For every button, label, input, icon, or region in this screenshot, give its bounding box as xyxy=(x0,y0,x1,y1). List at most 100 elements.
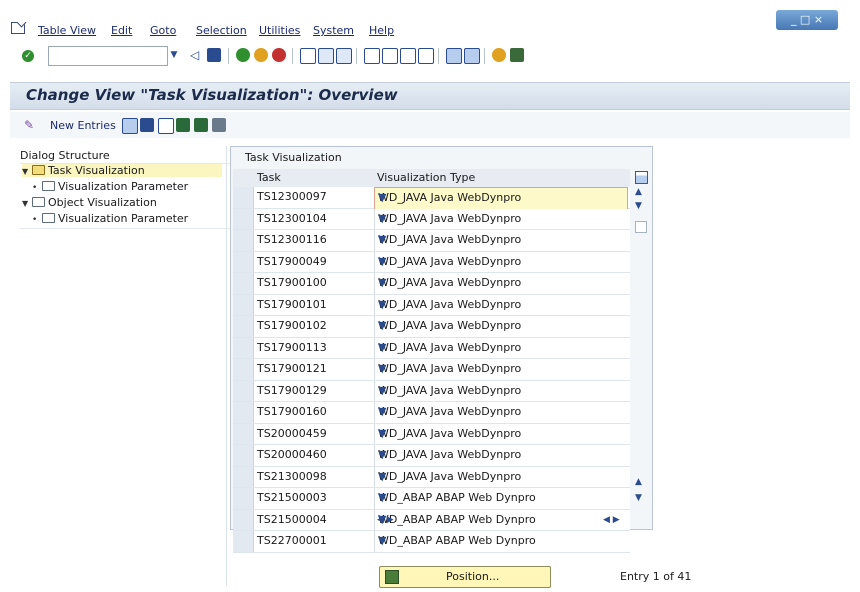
row-selector[interactable] xyxy=(233,316,254,337)
dropdown-arrow-icon[interactable]: ▼ xyxy=(378,491,623,504)
row-selector[interactable] xyxy=(233,273,254,294)
dropdown-arrow-icon[interactable]: ▼ xyxy=(378,448,623,461)
find-next-icon[interactable] xyxy=(336,48,352,64)
help-icon[interactable] xyxy=(492,48,506,62)
table-row[interactable]: TS17900100 WD_JAVA Java WebDynpro ▼ xyxy=(233,273,630,295)
visualization-type-field[interactable]: WD_JAVA Java WebDynpro ▼ xyxy=(374,380,627,401)
shortcut-icon[interactable] xyxy=(464,48,480,64)
exit-icon[interactable] xyxy=(254,48,268,62)
tree-item-visualization-parameter-1[interactable]: • Visualization Parameter xyxy=(32,180,188,193)
scroll-left-right-icon[interactable]: ◀ ▶ xyxy=(603,515,620,525)
scroll-down-icon[interactable]: ▼ xyxy=(635,493,642,503)
menu-system[interactable]: System xyxy=(313,24,354,37)
table-row[interactable]: TS17900121 WD_JAVA Java WebDynpro ▼ xyxy=(233,359,630,381)
menu-table-view[interactable]: Table View xyxy=(38,24,96,37)
menu-utilities[interactable]: Utilities xyxy=(259,24,300,37)
position-button[interactable]: Position... xyxy=(379,566,551,588)
menu-selection[interactable]: Selection xyxy=(196,24,247,37)
row-selector[interactable] xyxy=(233,294,254,315)
dropdown-arrow-icon[interactable]: ▼ xyxy=(378,341,623,354)
row-selector[interactable] xyxy=(233,187,254,208)
row-selector[interactable] xyxy=(233,488,254,509)
dropdown-arrow-icon[interactable]: ▼ xyxy=(378,427,623,440)
change-display-icon[interactable]: ✎ xyxy=(24,118,34,132)
copy-as-icon[interactable] xyxy=(122,118,138,134)
row-selector[interactable] xyxy=(233,445,254,466)
dropdown-arrow-icon[interactable]: ▼ xyxy=(378,362,623,375)
visualization-type-field[interactable]: WD_JAVA Java WebDynpro ▼ xyxy=(374,294,627,315)
scroll-left-right-icon[interactable]: ◀ ▶ xyxy=(377,515,394,525)
visualization-type-field[interactable]: WD_JAVA Java WebDynpro ▼ xyxy=(374,187,628,210)
row-selector[interactable] xyxy=(233,230,254,251)
dropdown-arrow-icon[interactable]: ▼ xyxy=(378,233,623,246)
dropdown-arrow-icon[interactable]: ▼ xyxy=(378,405,623,418)
table-settings-icon[interactable] xyxy=(635,171,648,184)
dropdown-arrow-icon[interactable]: ▼ xyxy=(378,319,623,332)
row-selector[interactable] xyxy=(233,359,254,380)
row-selector[interactable] xyxy=(233,251,254,272)
dropdown-arrow-icon[interactable]: ▼ xyxy=(378,384,623,397)
table-row[interactable]: TS20000459 WD_JAVA Java WebDynpro ▼ xyxy=(233,423,630,445)
table-row[interactable]: TS12300116 WD_JAVA Java WebDynpro ▼ xyxy=(233,230,630,252)
last-page-icon[interactable] xyxy=(418,48,434,64)
menu-goto[interactable]: Goto xyxy=(150,24,176,37)
table-row[interactable]: TS21500003 WD_ABAP ABAP Web Dynpro ▼ xyxy=(233,488,630,510)
table-row[interactable]: TS17900160 WD_JAVA Java WebDynpro ▼ xyxy=(233,402,630,424)
first-page-icon[interactable] xyxy=(364,48,380,64)
table-row[interactable]: TS17900049 WD_JAVA Java WebDynpro ▼ xyxy=(233,251,630,273)
table-row[interactable]: TS22700001 WD_ABAP ABAP Web Dynpro ▼ xyxy=(233,531,630,553)
visualization-type-field[interactable]: WD_JAVA Java WebDynpro ▼ xyxy=(374,251,627,272)
column-header-visualization-type[interactable]: Visualization Type xyxy=(377,171,475,184)
row-selector[interactable] xyxy=(233,402,254,423)
save-icon[interactable] xyxy=(207,48,221,62)
visualization-type-field[interactable]: WD_JAVA Java WebDynpro ▼ xyxy=(374,208,627,229)
row-selector[interactable] xyxy=(233,531,254,552)
command-field[interactable] xyxy=(48,46,168,66)
dropdown-arrow-icon[interactable]: ▼ xyxy=(378,276,623,289)
table-row[interactable]: TS17900129 WD_JAVA Java WebDynpro ▼ xyxy=(233,380,630,402)
visualization-type-field[interactable]: WD_JAVA Java WebDynpro ▼ xyxy=(374,230,627,251)
tree-item-visualization-parameter-2[interactable]: • Visualization Parameter xyxy=(32,212,188,225)
table-row[interactable]: TS21500004 WD_ABAP ABAP Web Dynpro ▼ xyxy=(233,509,630,531)
dropdown-arrow-icon[interactable]: ▼ xyxy=(378,470,623,483)
customize-icon[interactable] xyxy=(510,48,524,62)
new-entries-button[interactable]: New Entries xyxy=(50,119,116,132)
visualization-type-field[interactable]: WD_JAVA Java WebDynpro ▼ xyxy=(374,423,627,444)
table-row[interactable]: TS17900113 WD_JAVA Java WebDynpro ▼ xyxy=(233,337,630,359)
window-controls[interactable]: _ □ × xyxy=(776,10,838,30)
select-block-icon[interactable] xyxy=(194,118,208,132)
back-arrow-icon[interactable]: ◁ xyxy=(190,48,204,62)
visualization-type-field[interactable]: WD_JAVA Java WebDynpro ▼ xyxy=(374,316,627,337)
visualization-type-field[interactable]: WD_JAVA Java WebDynpro ▼ xyxy=(374,445,627,466)
menu-icon[interactable] xyxy=(11,22,25,34)
scroll-up-icon[interactable]: ▲ xyxy=(635,477,642,487)
undo-icon[interactable] xyxy=(158,118,174,134)
menu-edit[interactable]: Edit xyxy=(111,24,132,37)
vertical-scrollbar[interactable]: ▲ ▼ ▲ ▼ xyxy=(631,187,647,507)
visualization-type-field[interactable]: WD_ABAP ABAP Web Dynpro ▼ xyxy=(374,509,627,530)
scroll-down-icon[interactable]: ▼ xyxy=(635,201,642,211)
find-icon[interactable] xyxy=(318,48,334,64)
dropdown-arrow-icon[interactable]: ▼ xyxy=(378,255,623,268)
table-row[interactable]: TS17900102 WD_JAVA Java WebDynpro ▼ xyxy=(233,316,630,338)
dropdown-arrow-icon[interactable]: ▼ xyxy=(378,212,623,225)
print-icon[interactable] xyxy=(300,48,316,64)
command-dropdown-icon[interactable]: ▼ xyxy=(168,46,180,64)
visualization-type-field[interactable]: WD_JAVA Java WebDynpro ▼ xyxy=(374,466,627,487)
visualization-type-field[interactable]: WD_ABAP ABAP Web Dynpro ▼ xyxy=(374,531,627,552)
tree-item-object-visualization[interactable]: ▼ Object Visualization xyxy=(22,196,157,209)
row-selector[interactable] xyxy=(233,208,254,229)
expand-triangle-icon[interactable]: ▼ xyxy=(22,199,32,208)
row-selector[interactable] xyxy=(233,509,254,530)
row-selector[interactable] xyxy=(233,423,254,444)
back-icon[interactable] xyxy=(236,48,250,62)
row-selector[interactable] xyxy=(233,380,254,401)
menu-help[interactable]: Help xyxy=(369,24,394,37)
select-all-icon[interactable] xyxy=(176,118,190,132)
expand-triangle-icon[interactable]: ▼ xyxy=(22,167,32,176)
scroll-up-icon[interactable]: ▲ xyxy=(635,187,642,197)
visualization-type-field[interactable]: WD_JAVA Java WebDynpro ▼ xyxy=(374,337,627,358)
visualization-type-field[interactable]: WD_JAVA Java WebDynpro ▼ xyxy=(374,273,627,294)
dropdown-arrow-icon[interactable]: ▼ xyxy=(378,191,623,204)
enter-icon[interactable]: ✓ xyxy=(22,50,34,62)
